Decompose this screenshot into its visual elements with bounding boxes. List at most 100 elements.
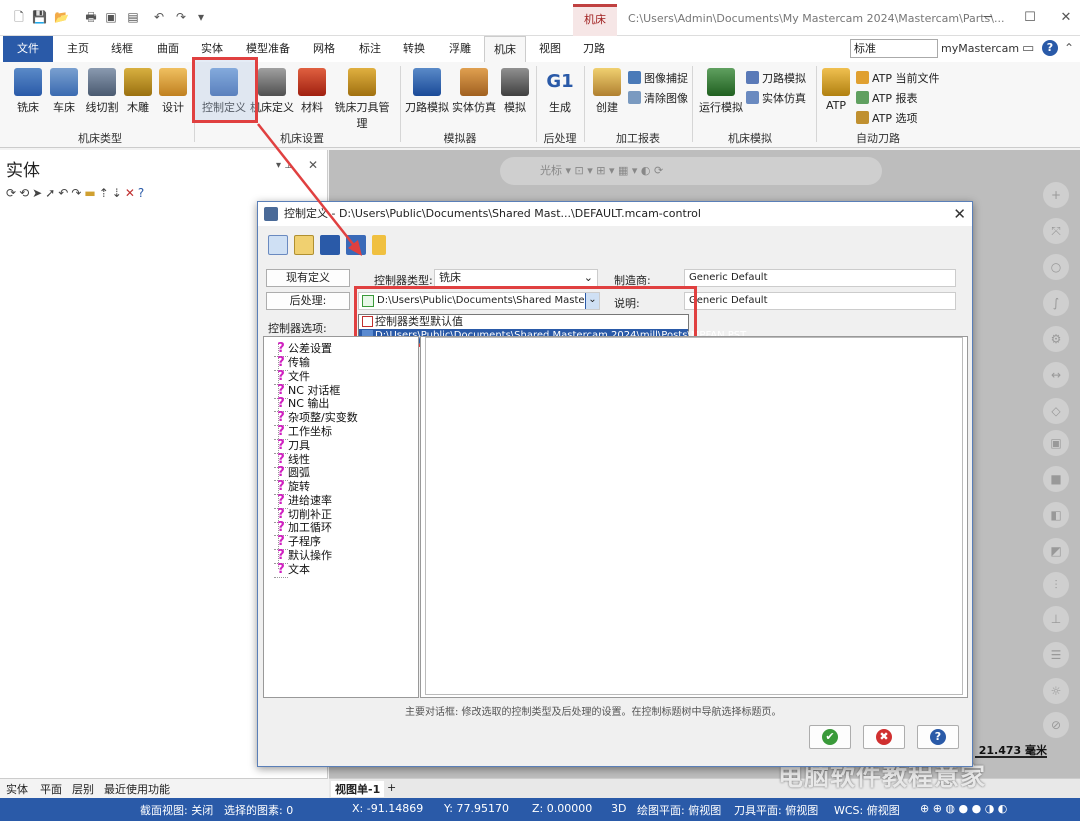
toolbar-icon[interactable]: ⫶ <box>1043 572 1069 598</box>
save-icon[interactable] <box>320 235 340 255</box>
print-icon[interactable]: 🖶 <box>84 10 98 24</box>
router-button[interactable]: 木雕 <box>122 68 154 115</box>
redo-icon[interactable]: ↷ <box>71 186 84 200</box>
undo-icon[interactable]: ↶ <box>58 186 71 200</box>
wire-button[interactable]: 线切割 <box>82 68 122 115</box>
description-field[interactable]: Generic Default <box>684 292 956 310</box>
tree-item[interactable]: ? 文本 <box>274 561 310 578</box>
tab-levels[interactable]: 层别 <box>72 781 94 797</box>
gplane-status[interactable]: 绘图平面: 俯视图 <box>637 802 721 818</box>
tab-planes[interactable]: 平面 <box>40 781 62 797</box>
select-icon[interactable]: ➤ <box>32 186 45 200</box>
tab-view[interactable]: 视图 <box>532 36 568 62</box>
help-icon[interactable]: ? <box>138 186 147 200</box>
tab-toolpaths[interactable]: 刀路 <box>576 36 612 62</box>
create-report-button[interactable]: 创建 <box>590 68 624 115</box>
tool-manager-button[interactable]: 铣床刀具管理 <box>330 68 394 131</box>
save-as-icon[interactable] <box>346 235 366 255</box>
folder-icon[interactable]: ▬ <box>84 186 98 200</box>
regen-all-icon[interactable]: ⟲ <box>19 186 32 200</box>
tab-mesh[interactable]: 网格 <box>306 36 342 62</box>
select-all-icon[interactable]: ➚ <box>45 186 58 200</box>
shade-icon[interactable]: ◧ <box>1043 502 1069 528</box>
clear-images-button[interactable]: 清除图像 <box>628 90 688 106</box>
minimize-icon[interactable]: ─ <box>978 8 998 28</box>
post-generate-button[interactable]: G1 生成 <box>542 68 578 115</box>
lathe-button[interactable]: 车床 <box>46 68 82 115</box>
material-button[interactable]: 材料 <box>296 68 328 115</box>
measure-icon[interactable]: ↔ <box>1043 362 1069 388</box>
atp-report-button[interactable]: ATP 报表 <box>856 90 918 106</box>
backplot-button[interactable]: 刀路模拟 <box>404 68 450 115</box>
zoom-fit-icon[interactable]: ⤧ <box>1043 218 1069 244</box>
open-icon[interactable]: 📂 <box>54 10 69 24</box>
customize-icon[interactable]: ▾ <box>194 10 208 24</box>
save-as-icon[interactable]: ▣ <box>104 10 118 24</box>
ok-button[interactable]: ✔ <box>809 725 851 749</box>
mill-button[interactable]: 铣床 <box>10 68 46 115</box>
add-viewsheet-button[interactable]: + <box>387 781 396 794</box>
simulate-button[interactable]: 模拟 <box>500 68 530 115</box>
design-button[interactable]: 设计 <box>156 68 190 115</box>
tab-transform[interactable]: 转换 <box>396 36 432 62</box>
dialog-close-icon[interactable]: ✕ <box>953 202 966 226</box>
atp-button[interactable]: ATP <box>820 68 852 112</box>
open-folder-icon[interactable] <box>294 235 314 255</box>
verify-button[interactable]: 实体仿真 <box>452 68 496 115</box>
sun-icon[interactable]: ☼ <box>1043 678 1069 704</box>
circle-icon[interactable]: ○ <box>1043 254 1069 280</box>
layers-icon[interactable]: ☰ <box>1043 642 1069 668</box>
no-icon[interactable]: ⊘ <box>1043 712 1069 738</box>
move-up-icon[interactable]: ⇡ <box>99 186 112 200</box>
cancel-button[interactable]: ✖ <box>863 725 905 749</box>
redo-icon[interactable]: ↷ <box>174 10 188 24</box>
curve-icon[interactable]: ∫ <box>1043 290 1069 316</box>
tab-solids[interactable]: 实体 <box>6 781 28 797</box>
tab-machine[interactable]: 机床 <box>484 36 526 62</box>
stop-icon[interactable]: ✕ <box>125 186 138 200</box>
tab-relief[interactable]: 浮雕 <box>442 36 478 62</box>
cube-icon[interactable]: ▣ <box>1043 430 1069 456</box>
tab-viewsheet-1[interactable]: 视图单-1 <box>331 781 385 797</box>
machine-verify-button[interactable]: 实体仿真 <box>746 90 806 106</box>
move-down-icon[interactable]: ⇣ <box>112 186 125 200</box>
existing-definition-button[interactable]: 现有定义 <box>266 269 350 287</box>
viewport-toolbar[interactable]: 光标 ▾ ⊡ ▾ ⊞ ▾ ▦ ▾ ◐ ⟳ <box>500 157 882 185</box>
image-capture-button[interactable]: 图像捕捉 <box>628 70 688 86</box>
eraser-icon[interactable]: ◇ <box>1043 398 1069 424</box>
maximize-icon[interactable]: ☐ <box>1020 8 1040 28</box>
edit-icon[interactable] <box>268 235 288 255</box>
lock-icon[interactable] <box>372 235 386 255</box>
help-icon[interactable]: ? <box>1042 40 1058 56</box>
save-icon[interactable]: 💾 <box>32 10 47 24</box>
red-square-icon[interactable]: ◩ <box>1043 538 1069 564</box>
tab-dimension[interactable]: 标注 <box>352 36 388 62</box>
gear-icon[interactable]: ⚙ <box>1043 326 1069 352</box>
controller-type-select[interactable]: 铣床 ⌄ <box>434 269 598 287</box>
axis-icon[interactable]: ⊥ <box>1043 606 1069 632</box>
atp-current-file-button[interactable]: ATP 当前文件 <box>856 70 940 86</box>
close-icon[interactable]: ✕ <box>1056 8 1076 28</box>
tab-wireframe[interactable]: 线框 <box>104 36 140 62</box>
new-file-icon[interactable]: 🗋 <box>12 10 26 24</box>
post-processor-button[interactable]: 后处理: <box>266 292 350 310</box>
section-view-status[interactable]: 截面视图: 关闭 <box>140 802 213 818</box>
tab-file[interactable]: 文件 <box>3 36 53 62</box>
panel-close-icon[interactable]: ✕ <box>308 158 318 172</box>
pin-icon[interactable]: ▾ ⊥ <box>276 160 293 171</box>
globe-icon[interactable]: ⊕ ⊕ ◍ ● ● ◑ ◐ <box>920 802 1007 815</box>
my-mastercam-link[interactable]: myMastercam <box>941 42 1019 55</box>
style-select[interactable]: 标准 <box>850 39 938 58</box>
tab-home[interactable]: 主页 <box>60 36 96 62</box>
atp-options-button[interactable]: ATP 选项 <box>856 110 918 126</box>
manufacturer-field[interactable]: Generic Default <box>684 269 956 287</box>
zoom-in-icon[interactable]: + <box>1043 182 1069 208</box>
collapse-ribbon-icon[interactable]: ⌃ <box>1064 41 1074 55</box>
color-box-icon[interactable]: ■ <box>1043 466 1069 492</box>
help-button[interactable]: ? <box>917 725 959 749</box>
machine-backplot-button[interactable]: 刀路模拟 <box>746 70 806 86</box>
comment-icon[interactable]: ▭ <box>1022 41 1034 56</box>
regen-icon[interactable]: ⟳ <box>6 186 19 200</box>
clipboard-icon[interactable]: ▤ <box>126 10 140 24</box>
tplane-status[interactable]: 刀具平面: 俯视图 <box>734 802 818 818</box>
